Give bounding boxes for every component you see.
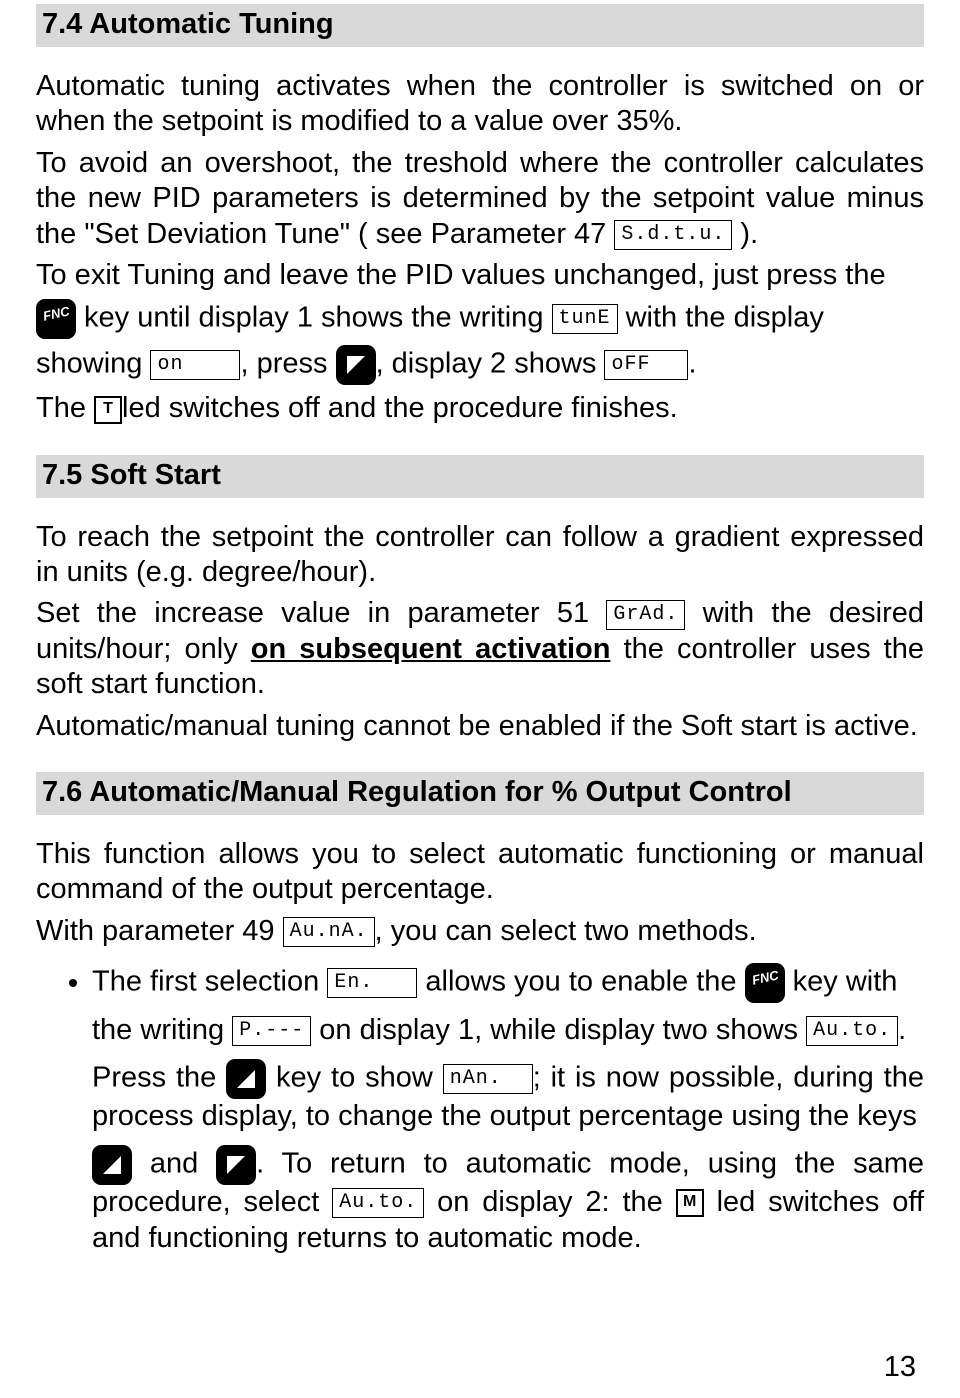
display-glyph-nan: nAn. — [443, 1064, 533, 1094]
paragraph: showing on, press , display 2 shows oFF. — [36, 345, 924, 385]
display-glyph-auto: Au.to. — [806, 1016, 898, 1046]
display-glyph-grad: GrAd. — [606, 600, 685, 630]
text: key with — [785, 966, 898, 998]
text: With parameter 49 — [36, 915, 283, 947]
text: on display 1, while display two shows — [311, 1014, 806, 1046]
text: with the display — [618, 302, 824, 334]
list-item: The first selection En. allows you to en… — [92, 963, 924, 1257]
paragraph: This function allows you to select autom… — [36, 837, 924, 908]
paragraph: To avoid an overshoot, the treshold wher… — [36, 146, 924, 252]
paragraph: To exit Tuning and leave the PID values … — [36, 258, 924, 293]
text: Press the — [92, 1062, 226, 1094]
text: . — [688, 348, 696, 380]
down-key-icon — [216, 1145, 256, 1185]
text: , display 2 shows — [376, 348, 605, 380]
text: Set the increase value in parameter 51 — [36, 597, 606, 629]
paragraph: The Tled switches off and the procedure … — [36, 391, 924, 426]
text: led switches off and the procedure finis… — [122, 392, 678, 424]
text: , you can select two methods. — [375, 915, 757, 947]
display-glyph-on: on — [150, 350, 240, 380]
text: key until display 1 shows the writing — [76, 302, 552, 334]
text: on display 2: the — [424, 1186, 676, 1218]
display-glyph-sdtu: S.d.t.u. — [614, 220, 732, 250]
text: , press — [240, 348, 335, 380]
section-heading-7-5: 7.5 Soft Start — [36, 455, 924, 498]
m-led-icon: M — [676, 1189, 704, 1217]
section-heading-7-4: 7.4 Automatic Tuning — [36, 4, 924, 47]
display-glyph-auna: Au.nA. — [283, 917, 375, 947]
fnc-key-icon — [745, 963, 785, 1003]
text: The — [36, 392, 94, 424]
down-key-icon — [336, 345, 376, 385]
section-heading-7-6: 7.6 Automatic/Manual Regulation for % Ou… — [36, 772, 924, 815]
text: and — [132, 1148, 216, 1180]
up-key-icon — [92, 1145, 132, 1185]
text: The first selection — [92, 966, 327, 998]
text-underlined: on subsequent activation — [251, 633, 611, 665]
paragraph: With parameter 49 Au.nA., you can select… — [36, 914, 924, 949]
up-key-icon — [226, 1059, 266, 1099]
text: showing — [36, 348, 150, 380]
display-glyph-en: En. — [327, 968, 417, 998]
text: To avoid an overshoot, the treshold wher… — [36, 147, 924, 250]
text: . — [898, 1014, 906, 1046]
text: ). — [732, 218, 758, 250]
paragraph: Automatic/manual tuning cannot be enable… — [36, 709, 924, 744]
text: allows you to enable the — [417, 966, 744, 998]
paragraph: Automatic tuning activates when the cont… — [36, 69, 924, 140]
fnc-key-icon — [36, 299, 76, 339]
text: key to show — [266, 1062, 443, 1094]
t-led-icon: T — [94, 396, 122, 424]
display-glyph-tune: tunE — [552, 304, 618, 334]
display-glyph-off: oFF — [604, 350, 688, 380]
text: the writing — [92, 1014, 232, 1046]
display-glyph-auto: Au.to. — [332, 1188, 424, 1218]
paragraph: Set the increase value in parameter 51 G… — [36, 596, 924, 702]
paragraph: To reach the setpoint the controller can… — [36, 520, 924, 591]
page-number: 13 — [884, 1351, 916, 1384]
display-glyph-pdash: P.--- — [232, 1016, 311, 1046]
paragraph: key until display 1 shows the writing tu… — [36, 299, 924, 339]
